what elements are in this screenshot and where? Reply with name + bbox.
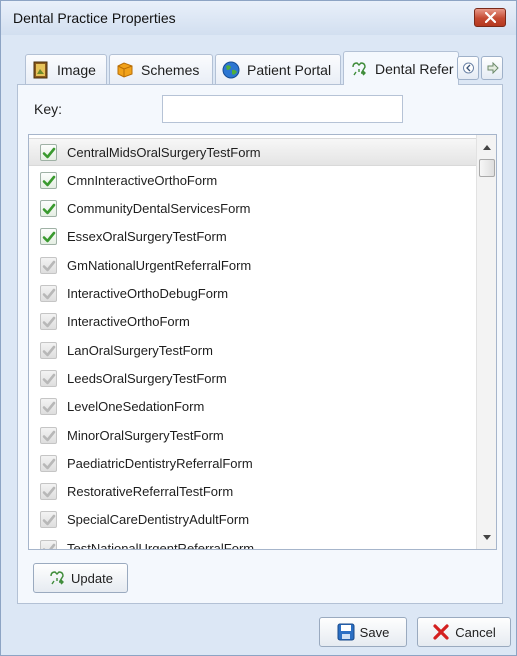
save-icon (337, 623, 355, 641)
list-item[interactable]: InteractiveOrthoDebugForm (29, 280, 477, 308)
list-item[interactable]: RestorativeReferralTestForm (29, 478, 477, 506)
checkmark-icon (42, 401, 56, 413)
list-item-checkbox[interactable] (40, 454, 57, 472)
list-item-checkbox[interactable] (40, 341, 57, 359)
list-item[interactable]: CommunityDentalServicesForm (29, 195, 477, 223)
arrow-right-icon (487, 62, 499, 74)
checkmark-icon (42, 203, 56, 215)
update-button[interactable]: Update (33, 563, 128, 593)
list-item-label: CentralMidsOralSurgeryTestForm (67, 144, 261, 160)
title-bar: Dental Practice Properties (1, 1, 516, 35)
list-item-checkbox[interactable] (40, 171, 57, 189)
tab-dental-referrals[interactable]: Dental Refer (343, 51, 459, 85)
close-button[interactable] (474, 8, 506, 27)
referral-icon (50, 571, 65, 585)
list-item[interactable]: LevelOneSedationForm (29, 393, 477, 421)
list-item[interactable]: CentralMidsOralSurgeryTestForm (29, 138, 477, 166)
dialog-window: Dental Practice Properties Image Schemes… (0, 0, 517, 656)
list-item[interactable]: PaediatricDentistryReferralForm (29, 449, 477, 477)
list-item-checkbox[interactable] (40, 313, 57, 331)
tab-patient-portal[interactable]: Patient Portal (215, 54, 341, 84)
list-item-checkbox[interactable] (40, 228, 57, 246)
checkmark-icon (42, 373, 56, 385)
list-item[interactable]: TestNationalUrgentReferralForm (29, 534, 477, 550)
checkmark-icon (42, 260, 56, 271)
cancel-button[interactable]: Cancel (417, 617, 511, 647)
puzzle-icon (117, 61, 133, 78)
chevron-left-icon (463, 62, 474, 74)
cancel-label: Cancel (455, 624, 496, 640)
tab-label: Dental Refer (375, 60, 454, 77)
list-item-checkbox[interactable] (40, 369, 57, 387)
window-title: Dental Practice Properties (13, 10, 176, 26)
checkmark-icon (42, 543, 56, 549)
list-item-label: InteractiveOrthoForm (67, 314, 190, 330)
list-item-label: GmNationalUrgentReferralForm (67, 257, 252, 273)
list-item-checkbox[interactable] (40, 483, 57, 501)
checkmark-icon (42, 515, 56, 526)
list-item-label: EssexOralSurgeryTestForm (67, 229, 227, 245)
list-item[interactable]: LanOralSurgeryTestForm (29, 336, 477, 364)
list-item-checkbox[interactable] (40, 200, 57, 218)
list-item[interactable]: EssexOralSurgeryTestForm (29, 223, 477, 251)
list-item-label: LevelOneSedationForm (67, 399, 205, 415)
save-button[interactable]: Save (319, 617, 407, 647)
tab-label: Image (57, 61, 96, 78)
scroll-up-icon[interactable] (483, 145, 491, 150)
checkmark-icon (42, 345, 56, 356)
referral-icon (352, 61, 366, 75)
list-item[interactable]: MinorOralSurgeryTestForm (29, 421, 477, 449)
list-item-label: CmnInteractiveOrthoForm (67, 172, 218, 188)
tab-scroll-right-button[interactable] (481, 56, 503, 80)
referral-form-list[interactable]: CentralMidsOralSurgeryTestForm CmnInterac… (28, 134, 497, 550)
list-item-label: CommunityDentalServicesForm (67, 201, 251, 217)
checkmark-icon (42, 458, 56, 470)
list-item-label: TestNationalUrgentReferralForm (67, 540, 255, 550)
globe-icon (222, 61, 240, 78)
image-icon (33, 61, 48, 78)
list-item-label: PaediatricDentistryReferralForm (67, 455, 253, 471)
save-label: Save (359, 624, 390, 640)
checkmark-icon (42, 232, 56, 243)
checkmark-icon (42, 288, 56, 300)
tab-image[interactable]: Image (25, 54, 107, 84)
update-label: Update (71, 570, 113, 586)
tab-label: Schemes (141, 61, 200, 78)
list-item[interactable]: InteractiveOrthoForm (29, 308, 477, 336)
list-item-checkbox[interactable] (40, 256, 57, 274)
list-item[interactable]: CmnInteractiveOrthoForm (29, 166, 477, 194)
cancel-x-icon (433, 624, 449, 640)
list-item-label: LeedsOralSurgeryTestForm (67, 370, 227, 386)
list-item-checkbox[interactable] (40, 426, 57, 444)
list-item-checkbox[interactable] (40, 511, 57, 529)
checkmark-icon (42, 147, 56, 158)
scroll-thumb[interactable] (479, 159, 495, 177)
list-item-label: SpecialCareDentistryAdultForm (67, 512, 250, 528)
list-item-label: MinorOralSurgeryTestForm (67, 427, 224, 443)
list-item[interactable]: LeedsOralSurgeryTestForm (29, 364, 477, 392)
list-item-label: RestorativeReferralTestForm (67, 484, 234, 500)
vertical-scrollbar[interactable] (476, 135, 496, 549)
list-item-checkbox[interactable] (40, 143, 57, 161)
tab-scroll-left-button[interactable] (457, 56, 479, 80)
list-item-label: InteractiveOrthoDebugForm (67, 286, 229, 301)
list-item-checkbox[interactable] (40, 398, 57, 416)
scroll-down-icon[interactable] (483, 535, 491, 540)
list-item[interactable]: GmNationalUrgentReferralForm (29, 251, 477, 279)
checkmark-icon (42, 175, 56, 187)
list-item[interactable]: SpecialCareDentistryAdultForm (29, 506, 477, 534)
list-item-checkbox[interactable] (40, 539, 57, 549)
key-label: Key: (34, 101, 63, 117)
close-icon (485, 12, 496, 23)
list-item-checkbox[interactable] (40, 285, 57, 302)
tab-label: Patient Portal (247, 61, 332, 78)
checkmark-icon (42, 430, 56, 441)
list-item-label: LanOralSurgeryTestForm (67, 342, 213, 358)
key-input[interactable] (162, 95, 403, 123)
checkmark-icon (42, 316, 56, 328)
tab-schemes[interactable]: Schemes (109, 54, 213, 84)
checkmark-icon (42, 486, 56, 498)
